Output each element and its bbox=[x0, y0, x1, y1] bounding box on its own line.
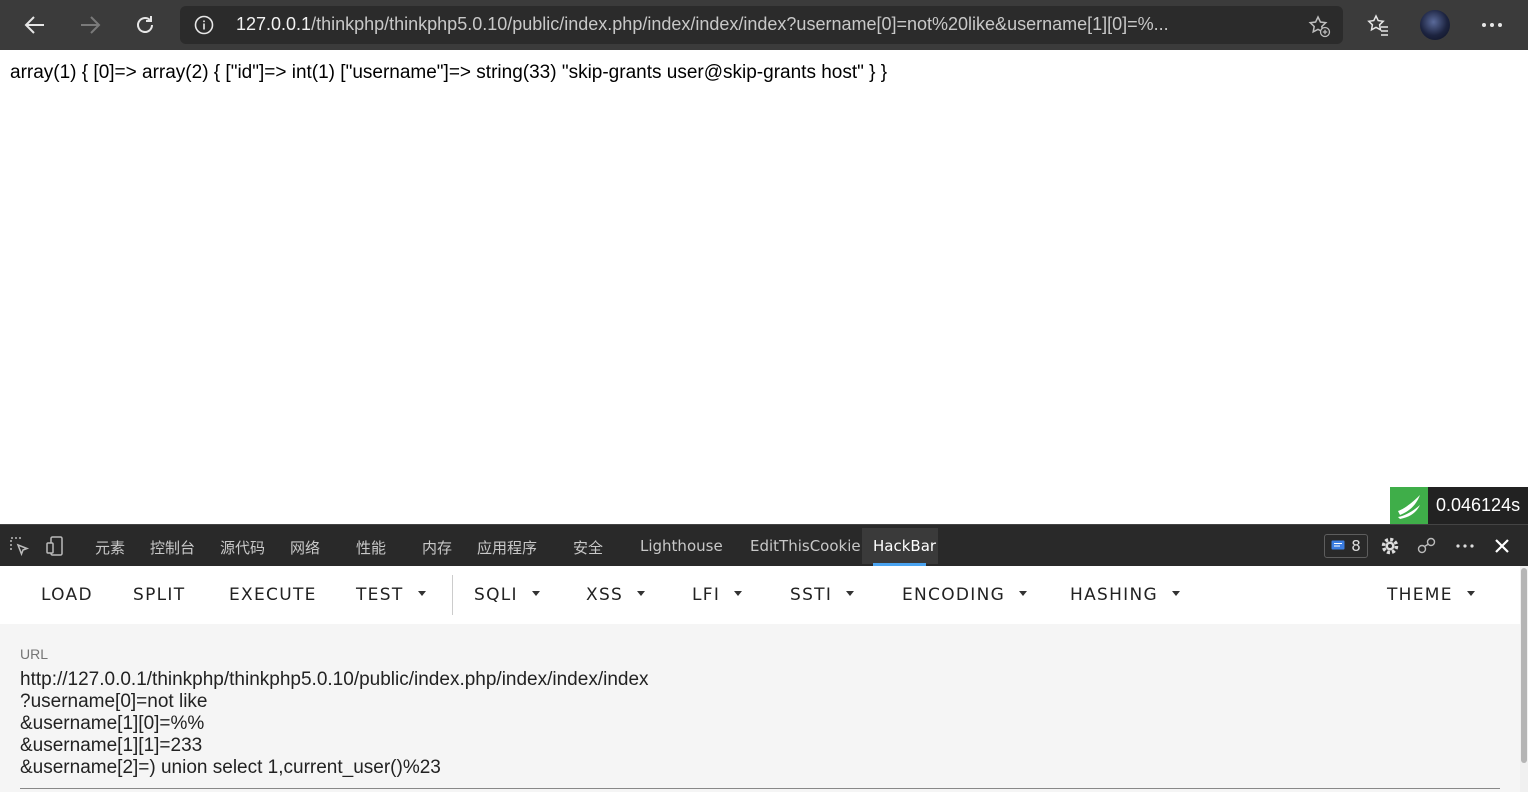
thinkphp-logo-icon bbox=[1390, 487, 1428, 524]
back-button[interactable] bbox=[13, 5, 57, 45]
url-line: http://127.0.0.1/thinkphp/thinkphp5.0.10… bbox=[20, 669, 649, 690]
more-options-icon[interactable] bbox=[1454, 535, 1476, 557]
chevron-down-icon bbox=[1172, 590, 1180, 596]
theme-label: THEME bbox=[1387, 585, 1453, 605]
lfi-label: LFI bbox=[692, 585, 721, 605]
url-line: &username[1][1]=233 bbox=[20, 735, 203, 756]
url-line: &username[1][0]=%% bbox=[20, 713, 205, 734]
add-favorite-icon[interactable] bbox=[1307, 14, 1331, 38]
ssti-menu[interactable]: SSTI bbox=[790, 585, 855, 605]
theme-menu[interactable]: THEME bbox=[1387, 585, 1475, 605]
encoding-label: ENCODING bbox=[902, 585, 1006, 605]
xss-label: XSS bbox=[586, 585, 624, 605]
encoding-menu[interactable]: ENCODING bbox=[902, 585, 1028, 605]
lfi-menu[interactable]: LFI bbox=[692, 585, 743, 605]
refresh-icon bbox=[137, 16, 153, 33]
xss-menu[interactable]: XSS bbox=[586, 585, 646, 605]
url-line: ?username[0]=not like bbox=[20, 691, 208, 712]
tab-network[interactable]: 网络 bbox=[290, 537, 320, 558]
ssti-label: SSTI bbox=[790, 585, 833, 605]
issues-count: 8 bbox=[1351, 537, 1361, 555]
message-icon bbox=[1331, 540, 1345, 550]
browser-toolbar: 127.0.0.1/thinkphp/thinkphp5.0.10/public… bbox=[0, 0, 1528, 50]
chevron-down-icon bbox=[734, 590, 743, 596]
hashing-label: HASHING bbox=[1070, 585, 1158, 605]
hashing-menu[interactable]: HASHING bbox=[1070, 585, 1180, 605]
chevron-down-icon bbox=[531, 590, 540, 596]
tab-sources[interactable]: 源代码 bbox=[220, 537, 265, 558]
url-textarea[interactable]: URL http://127.0.0.1/thinkphp/thinkphp5.… bbox=[0, 624, 1520, 792]
inspect-element-icon[interactable] bbox=[8, 535, 30, 557]
url-field-label: URL bbox=[20, 646, 49, 662]
devtools-tabbar: 元素 控制台 源代码 网络 性能 内存 应用程序 安全 Lighthouse E… bbox=[0, 524, 1528, 566]
execute-button[interactable]: EXECUTE bbox=[229, 585, 317, 605]
load-button[interactable]: LOAD bbox=[41, 585, 93, 605]
tab-elements[interactable]: 元素 bbox=[95, 537, 125, 558]
avatar bbox=[1420, 10, 1450, 40]
tab-console[interactable]: 控制台 bbox=[150, 537, 195, 558]
address-bar[interactable]: 127.0.0.1/thinkphp/thinkphp5.0.10/public… bbox=[180, 6, 1343, 44]
forward-arrow-icon bbox=[81, 16, 101, 34]
page-trace-timer[interactable]: 0.046124s bbox=[1390, 487, 1528, 524]
tab-application[interactable]: 应用程序 bbox=[477, 537, 537, 558]
chevron-down-icon bbox=[1019, 590, 1028, 596]
url-line: &username[2]=) union select 1,current_us… bbox=[20, 757, 441, 778]
url-path: /thinkphp/thinkphp5.0.10/public/index.ph… bbox=[311, 14, 1169, 34]
device-toolbar-icon[interactable] bbox=[45, 535, 67, 557]
menu-divider bbox=[452, 575, 453, 615]
chevron-down-icon bbox=[637, 590, 646, 596]
sqli-label: SQLI bbox=[474, 585, 518, 605]
sqli-menu[interactable]: SQLI bbox=[474, 585, 540, 605]
favorites-button[interactable] bbox=[1358, 5, 1398, 45]
timer-value: 0.046124s bbox=[1436, 495, 1521, 515]
info-icon[interactable] bbox=[194, 15, 214, 35]
tab-hackbar[interactable]: HackBar bbox=[873, 537, 936, 555]
settings-more-button[interactable] bbox=[1472, 5, 1512, 45]
remote-devices-icon[interactable] bbox=[1416, 535, 1438, 557]
chevron-down-icon bbox=[1466, 590, 1475, 596]
chevron-down-icon bbox=[417, 590, 426, 596]
forward-button[interactable] bbox=[68, 5, 112, 45]
tab-memory[interactable]: 内存 bbox=[422, 537, 452, 558]
chevron-down-icon bbox=[846, 590, 855, 596]
refresh-button[interactable] bbox=[123, 5, 167, 45]
gear-icon[interactable] bbox=[1379, 535, 1401, 557]
close-icon[interactable] bbox=[1491, 535, 1513, 557]
tab-editthiscookie[interactable]: EditThisCookie bbox=[750, 537, 861, 555]
page-output: array(1) { [0]=> array(2) { ["id"]=> int… bbox=[10, 62, 888, 83]
hackbar-menu: LOAD SPLIT EXECUTE TEST SQLI XSS LFI SST… bbox=[0, 566, 1520, 624]
field-underline bbox=[20, 788, 1500, 789]
favorites-list-icon bbox=[1367, 14, 1388, 36]
tab-lighthouse[interactable]: Lighthouse bbox=[640, 537, 723, 555]
scrollbar-thumb[interactable] bbox=[1521, 568, 1527, 763]
profile-button[interactable] bbox=[1415, 5, 1455, 45]
split-button[interactable]: SPLIT bbox=[133, 585, 185, 605]
address-url[interactable]: 127.0.0.1/thinkphp/thinkphp5.0.10/public… bbox=[236, 14, 1286, 35]
test-menu[interactable]: TEST bbox=[356, 585, 426, 605]
more-horizontal-icon bbox=[1482, 23, 1502, 27]
issues-badge[interactable]: 8 bbox=[1324, 534, 1368, 558]
tab-performance[interactable]: 性能 bbox=[356, 537, 386, 558]
back-arrow-icon bbox=[24, 16, 44, 34]
test-label: TEST bbox=[356, 585, 404, 605]
url-host: 127.0.0.1 bbox=[236, 14, 312, 34]
tab-security[interactable]: 安全 bbox=[573, 537, 603, 558]
